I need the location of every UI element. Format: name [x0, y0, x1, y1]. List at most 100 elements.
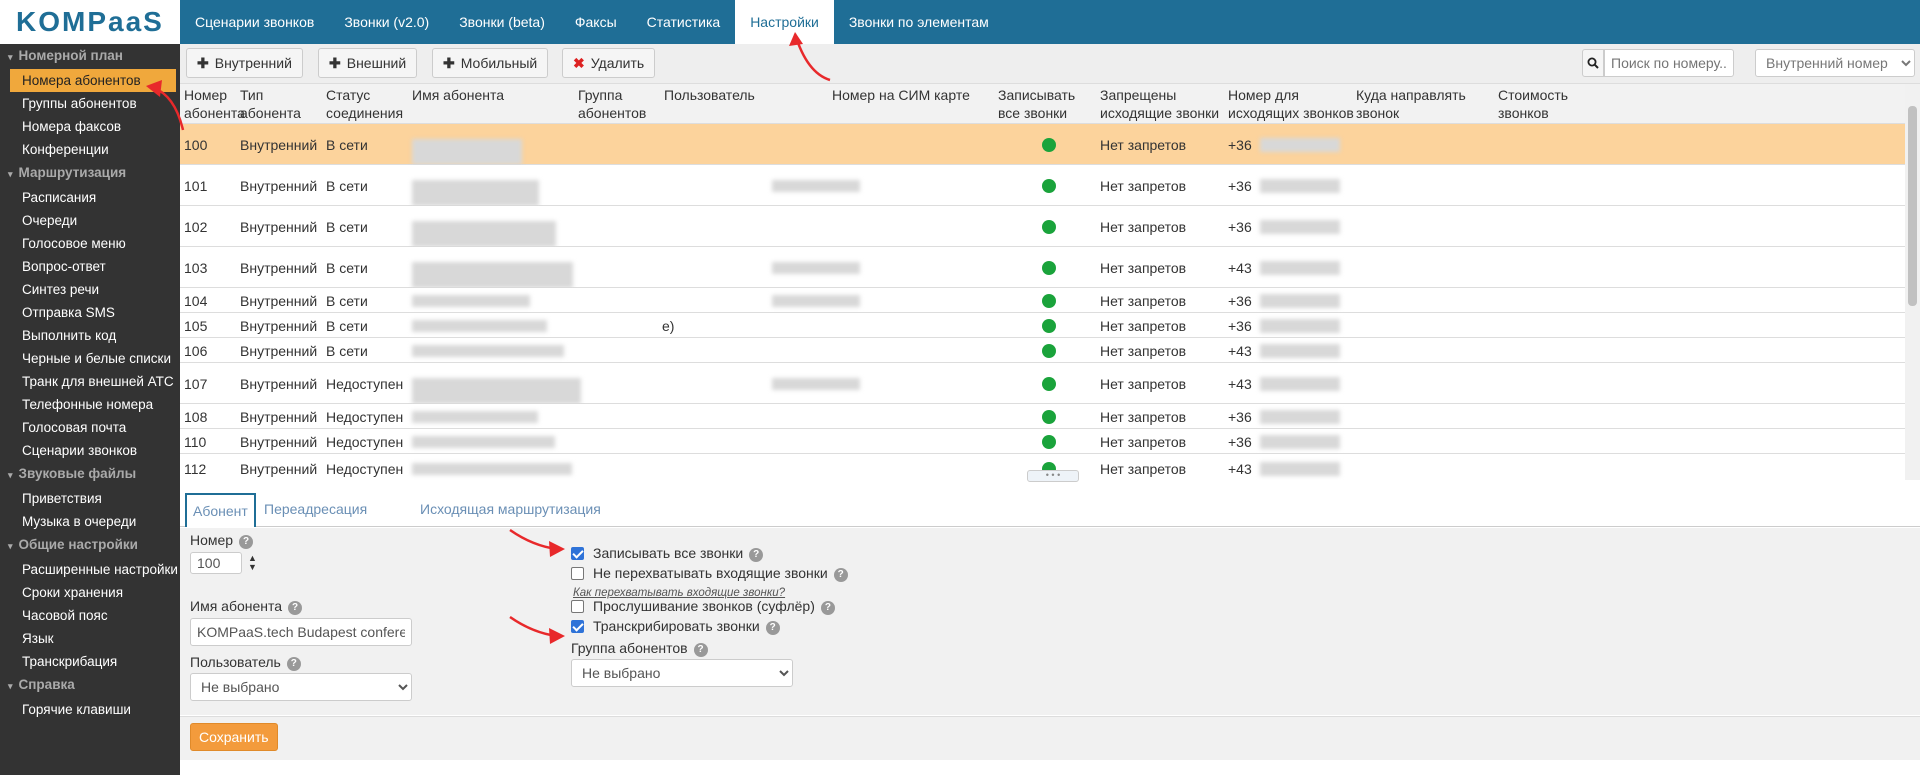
splitter-handle[interactable]: • • •	[1027, 470, 1079, 482]
search-icon[interactable]	[1582, 49, 1604, 77]
column-header[interactable]: Тип абонента	[240, 86, 326, 122]
sidebar-item[interactable]: Горячие клавиши	[0, 698, 180, 721]
help-icon[interactable]: ?	[765, 621, 780, 635]
sidebar-item[interactable]: Вопрос-ответ	[0, 255, 180, 278]
add-internal-button[interactable]: ✚ Внутренний	[186, 48, 303, 78]
save-button[interactable]: Сохранить	[190, 723, 278, 751]
subscriber-group-select[interactable]: Не выбрано	[571, 659, 793, 687]
sidebar-item[interactable]: Голосовая почта	[0, 416, 180, 439]
help-icon[interactable]: ?	[288, 601, 303, 615]
add-internal-label: Внутренний	[214, 55, 292, 71]
number-type-select[interactable]: Внутренний номер	[1755, 49, 1915, 77]
topnav-item[interactable]: Сценарии звонков	[180, 0, 329, 44]
topnav-item[interactable]: Статистика	[632, 0, 736, 44]
help-icon[interactable]: ?	[286, 657, 301, 671]
table-row[interactable]: 110 Внутренний Недоступен Нет запретов +36	[180, 429, 1905, 454]
sidebar-item[interactable]: Выполнить код	[0, 324, 180, 347]
column-header[interactable]: Номер на СИМ карте	[832, 86, 992, 104]
number-stepper-icon[interactable]: ▲ ▼	[248, 554, 257, 572]
sidebar-item[interactable]: Расписания	[0, 186, 180, 209]
sidebar-item[interactable]: Транк для внешней АТС	[0, 370, 180, 393]
topnav-item[interactable]: Звонки по элементам	[834, 0, 1004, 44]
tab-forwarding[interactable]: Переадресация	[258, 493, 373, 527]
cell-type: Внутренний	[240, 409, 318, 425]
column-header[interactable]: Статус соединения	[326, 86, 412, 122]
tab-outgoing-routing[interactable]: Исходящая маршрутизация	[414, 493, 607, 527]
main-content: ✚ Внутренний ✚ Внешний ✚ Мобильный ✖ Удалить…	[180, 44, 1920, 775]
redacted-outgoing-number	[1260, 462, 1340, 476]
help-icon[interactable]: ?	[833, 568, 848, 582]
record-enabled-icon	[1042, 435, 1056, 449]
column-header[interactable]: Запрещены исходящие звонки	[1100, 86, 1220, 122]
kompaas-logo[interactable]: KOMPaaS	[0, 0, 180, 44]
listen-calls-text: Прослушивание звонков (суфлёр)	[593, 598, 815, 614]
table-row[interactable]: 100 Внутренний В сети Нет запретов +36	[180, 124, 1905, 165]
user-select[interactable]: Не выбрано	[190, 673, 412, 701]
table-row[interactable]: 104 Внутренний В сети Нет запретов +36	[180, 288, 1905, 313]
sidebar-item[interactable]: Приветствия	[0, 487, 180, 510]
cell-restrictions: Нет запретов	[1100, 260, 1187, 276]
sidebar-item[interactable]: Язык	[0, 627, 180, 650]
help-icon[interactable]: ?	[239, 535, 254, 549]
add-external-button[interactable]: ✚ Внешний	[318, 48, 418, 78]
table-row[interactable]: 103 Внутренний В сети Нет запретов +43	[180, 247, 1905, 288]
help-icon[interactable]: ?	[693, 643, 708, 657]
sidebar-item[interactable]: Транскрибация	[0, 650, 180, 673]
sidebar-section-header[interactable]: ▾ Звуковые файлы	[0, 462, 180, 487]
sidebar-item[interactable]: Сроки хранения	[0, 581, 180, 604]
topnav-item[interactable]: Факсы	[560, 0, 632, 44]
sidebar-item[interactable]: Музыка в очереди	[0, 510, 180, 533]
cell-restrictions: Нет запретов	[1100, 434, 1187, 450]
caret-down-icon: ▾	[8, 52, 13, 62]
sidebar-item[interactable]: Телефонные номера	[0, 393, 180, 416]
table-row[interactable]: 102 Внутренний В сети Нет запретов +36	[180, 206, 1905, 247]
cell-restrictions: Нет запретов	[1100, 318, 1187, 334]
sidebar-item[interactable]: Конференции	[0, 138, 180, 161]
number-field[interactable]	[190, 552, 242, 574]
column-header[interactable]: Группа абонентов	[578, 86, 664, 122]
help-icon[interactable]: ?	[820, 601, 835, 615]
tab-subscriber[interactable]: Абонент	[185, 493, 256, 527]
sidebar-item[interactable]: Часовой пояс	[0, 604, 180, 627]
sidebar-item[interactable]: Сценарии звонков	[0, 439, 180, 462]
table-scrollbar-thumb[interactable]	[1908, 106, 1917, 306]
sidebar-section-header[interactable]: ▾ Маршрутизация	[0, 161, 180, 186]
top-navigation-bar: KOMPaaS Сценарии звонков Звонки (v2.0) Зво…	[0, 0, 1920, 44]
sidebar-item[interactable]: Расширенные настройки	[0, 558, 180, 581]
table-row[interactable]: 107 Внутренний Недоступен Нет запретов +43	[180, 363, 1905, 404]
sidebar-item[interactable]: Отправка SMS	[0, 301, 180, 324]
help-icon[interactable]: ?	[749, 548, 764, 562]
table-row[interactable]: 105 Внутренний В сети e) Нет запретов +36	[180, 313, 1905, 338]
column-header[interactable]: Записывать все звонки	[998, 86, 1098, 122]
sidebar-section-header[interactable]: ▾ Общие настройки	[0, 533, 180, 558]
column-header[interactable]: Пользователь	[664, 86, 824, 104]
topnav-item[interactable]: Звонки (beta)	[444, 0, 560, 44]
sidebar-item[interactable]: Черные и белые списки	[0, 347, 180, 370]
sidebar-section-title: Общие настройки	[18, 537, 138, 552]
sidebar-section-header[interactable]: ▾ Номерной план	[0, 44, 180, 69]
record-enabled-icon	[1042, 377, 1056, 391]
column-header[interactable]: Номер для исходящих звонков	[1228, 86, 1354, 122]
topnav-item[interactable]: Звонки (v2.0)	[329, 0, 444, 44]
subscriber-name-field[interactable]	[190, 618, 412, 646]
record-all-text: Записывать все звонки	[593, 545, 744, 561]
sidebar-item[interactable]: Голосовое меню	[0, 232, 180, 255]
column-header[interactable]: Номер абонента	[184, 86, 245, 122]
delete-button[interactable]: ✖ Удалить	[562, 48, 656, 78]
table-row[interactable]: 106 Внутренний В сети Нет запретов +43	[180, 338, 1905, 363]
column-header[interactable]: Имя абонента	[412, 86, 572, 104]
table-row[interactable]: 108 Внутренний Недоступен Нет запретов +36	[180, 404, 1905, 429]
search-by-number-input[interactable]	[1604, 49, 1734, 77]
table-row[interactable]: 101 Внутренний В сети Нет запретов +36	[180, 165, 1905, 206]
cell-type: Внутренний	[240, 461, 318, 477]
column-header[interactable]: Стоимость звонков	[1498, 86, 1598, 122]
record-all-label: Записывать все звонки?	[593, 545, 764, 562]
redacted-outgoing-number	[1260, 179, 1340, 193]
sidebar-section-header[interactable]: ▾ Справка	[0, 673, 180, 698]
no-intercept-checkbox[interactable]	[571, 567, 584, 580]
add-mobile-button[interactable]: ✚ Мобильный	[432, 48, 549, 78]
sidebar-item[interactable]: Очереди	[0, 209, 180, 232]
column-header[interactable]: Куда направлять звонок	[1356, 86, 1496, 122]
sidebar-item[interactable]: Синтез речи	[0, 278, 180, 301]
cell-restrictions: Нет запретов	[1100, 178, 1187, 194]
